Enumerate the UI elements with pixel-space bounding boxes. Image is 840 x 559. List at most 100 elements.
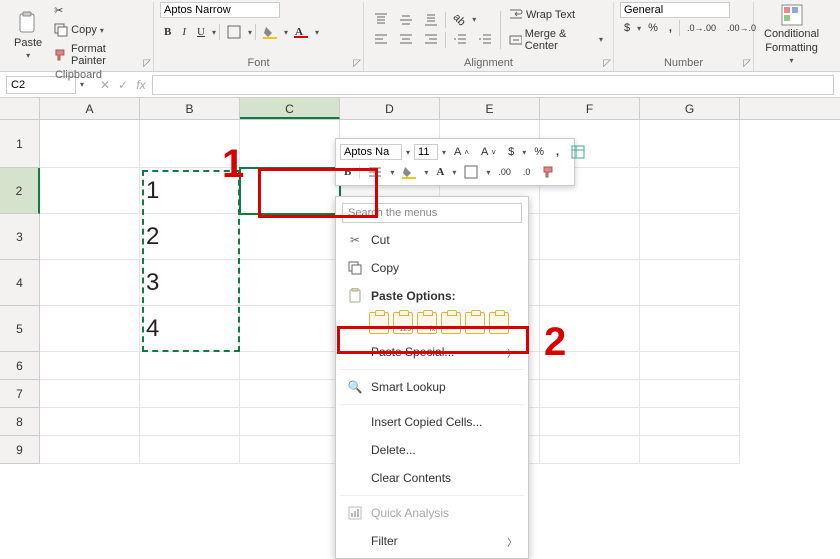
paste-option-all[interactable] xyxy=(369,312,389,334)
cell-C2-active[interactable] xyxy=(240,168,340,214)
cell[interactable] xyxy=(240,380,340,408)
align-top-button[interactable] xyxy=(370,11,392,29)
number-launcher-icon[interactable]: ◸ xyxy=(743,58,751,69)
decrease-indent-button[interactable] xyxy=(449,31,471,49)
row-5[interactable]: 5 xyxy=(0,306,40,352)
mini-decimals2-button[interactable]: .0 xyxy=(519,165,535,179)
cell-B2[interactable]: 1 xyxy=(140,168,240,214)
cell[interactable] xyxy=(540,408,640,436)
cell[interactable] xyxy=(140,380,240,408)
wrap-text-button[interactable]: Wrap Text xyxy=(505,6,607,24)
italic-button[interactable]: I xyxy=(178,24,190,40)
fill-color-button[interactable] xyxy=(259,23,281,41)
font-name-selector[interactable] xyxy=(160,2,280,18)
increase-font-icon[interactable]: A˄ xyxy=(450,144,473,160)
paste-option-values[interactable]: 123 xyxy=(393,312,413,334)
ctx-copy[interactable]: Copy xyxy=(339,254,525,282)
cell[interactable] xyxy=(40,408,140,436)
font-launcher-icon[interactable]: ◸ xyxy=(353,58,361,69)
mini-align-button[interactable] xyxy=(364,163,386,181)
align-left-button[interactable] xyxy=(370,31,392,49)
align-middle-button[interactable] xyxy=(395,11,417,29)
ctx-filter[interactable]: Filter 〉 xyxy=(339,527,525,555)
col-G[interactable]: G xyxy=(640,98,740,119)
cell[interactable] xyxy=(540,260,640,306)
cell[interactable] xyxy=(240,306,340,352)
cell[interactable] xyxy=(640,214,740,260)
cell[interactable] xyxy=(140,352,240,380)
col-E[interactable]: E xyxy=(440,98,540,119)
mini-comma-button[interactable]: , xyxy=(552,144,563,160)
row-9[interactable]: 9 xyxy=(0,436,40,464)
menu-search-input[interactable]: Search the menus xyxy=(342,203,522,223)
cell[interactable] xyxy=(540,306,640,352)
cell[interactable] xyxy=(640,352,740,380)
cell-B5[interactable]: 4 xyxy=(140,306,240,352)
row-2[interactable]: 2 xyxy=(0,168,40,214)
col-C[interactable]: C xyxy=(240,98,340,119)
ctx-cut[interactable]: ✂ Cut xyxy=(339,226,525,254)
col-F[interactable]: F xyxy=(540,98,640,119)
paste-button[interactable]: Paste ▾ xyxy=(10,9,46,62)
cell[interactable] xyxy=(540,436,640,464)
cell[interactable] xyxy=(240,436,340,464)
paste-option-formatting[interactable] xyxy=(465,312,485,334)
decrease-font-icon[interactable]: A˅ xyxy=(477,144,500,160)
orientation-button[interactable]: ab xyxy=(449,12,469,28)
mini-table-button[interactable] xyxy=(567,143,589,161)
increase-indent-button[interactable] xyxy=(474,31,496,49)
cell[interactable] xyxy=(240,408,340,436)
ctx-delete[interactable]: Delete... xyxy=(339,436,525,464)
row-3[interactable]: 3 xyxy=(0,214,40,260)
alignment-launcher-icon[interactable]: ◸ xyxy=(603,58,611,69)
cell[interactable] xyxy=(40,436,140,464)
row-6[interactable]: 6 xyxy=(0,352,40,380)
align-bottom-button[interactable] xyxy=(420,11,442,29)
mini-decimals-button[interactable]: .00 xyxy=(494,165,515,179)
cell[interactable] xyxy=(640,306,740,352)
ctx-paste-special[interactable]: Paste Special... 〉 xyxy=(339,338,525,366)
cell[interactable] xyxy=(140,120,240,168)
cell[interactable] xyxy=(540,214,640,260)
ctx-insert-copied[interactable]: Insert Copied Cells... xyxy=(339,408,525,436)
cell[interactable] xyxy=(40,380,140,408)
cell[interactable] xyxy=(140,436,240,464)
mini-format-painter-button[interactable] xyxy=(538,163,560,181)
mini-fontcolor-button[interactable]: A xyxy=(432,164,448,180)
mini-border-button[interactable] xyxy=(460,163,482,181)
mini-percent-button[interactable]: % xyxy=(530,144,548,160)
row-1[interactable]: 1 xyxy=(0,120,40,168)
cut-button[interactable]: ✂ xyxy=(50,2,147,19)
cell[interactable] xyxy=(140,408,240,436)
clipboard-launcher-icon[interactable]: ◸ xyxy=(143,58,151,69)
paste-option-link[interactable] xyxy=(489,312,509,334)
merge-center-button[interactable]: Merge & Center ▾ xyxy=(505,26,607,54)
cell[interactable] xyxy=(640,408,740,436)
bold-button[interactable]: B xyxy=(160,24,175,40)
cell[interactable] xyxy=(540,352,640,380)
cell[interactable] xyxy=(240,120,340,168)
comma-button[interactable]: , xyxy=(665,20,676,36)
font-color-button[interactable]: A xyxy=(291,22,312,42)
mini-bold-button[interactable]: B xyxy=(340,164,355,180)
cell-B4[interactable]: 3 xyxy=(140,260,240,306)
cell[interactable] xyxy=(40,168,140,214)
number-format-selector[interactable] xyxy=(620,2,730,18)
col-B[interactable]: B xyxy=(140,98,240,119)
select-all-corner[interactable] xyxy=(0,98,40,119)
percent-button[interactable]: % xyxy=(644,20,662,36)
cell[interactable] xyxy=(40,214,140,260)
cell[interactable] xyxy=(640,436,740,464)
formula-input[interactable] xyxy=(152,75,834,95)
paste-option-transpose[interactable] xyxy=(441,312,461,334)
copy-button[interactable]: Copy ▾ xyxy=(50,21,147,39)
cell[interactable] xyxy=(540,380,640,408)
cell[interactable] xyxy=(640,380,740,408)
cell[interactable] xyxy=(40,352,140,380)
align-right-button[interactable] xyxy=(420,31,442,49)
conditional-formatting-button[interactable]: Conditional Formatting▾ xyxy=(760,2,823,67)
align-center-button[interactable] xyxy=(395,31,417,49)
cell[interactable] xyxy=(640,260,740,306)
cell[interactable] xyxy=(240,352,340,380)
paste-option-formulas[interactable]: fx xyxy=(417,312,437,334)
